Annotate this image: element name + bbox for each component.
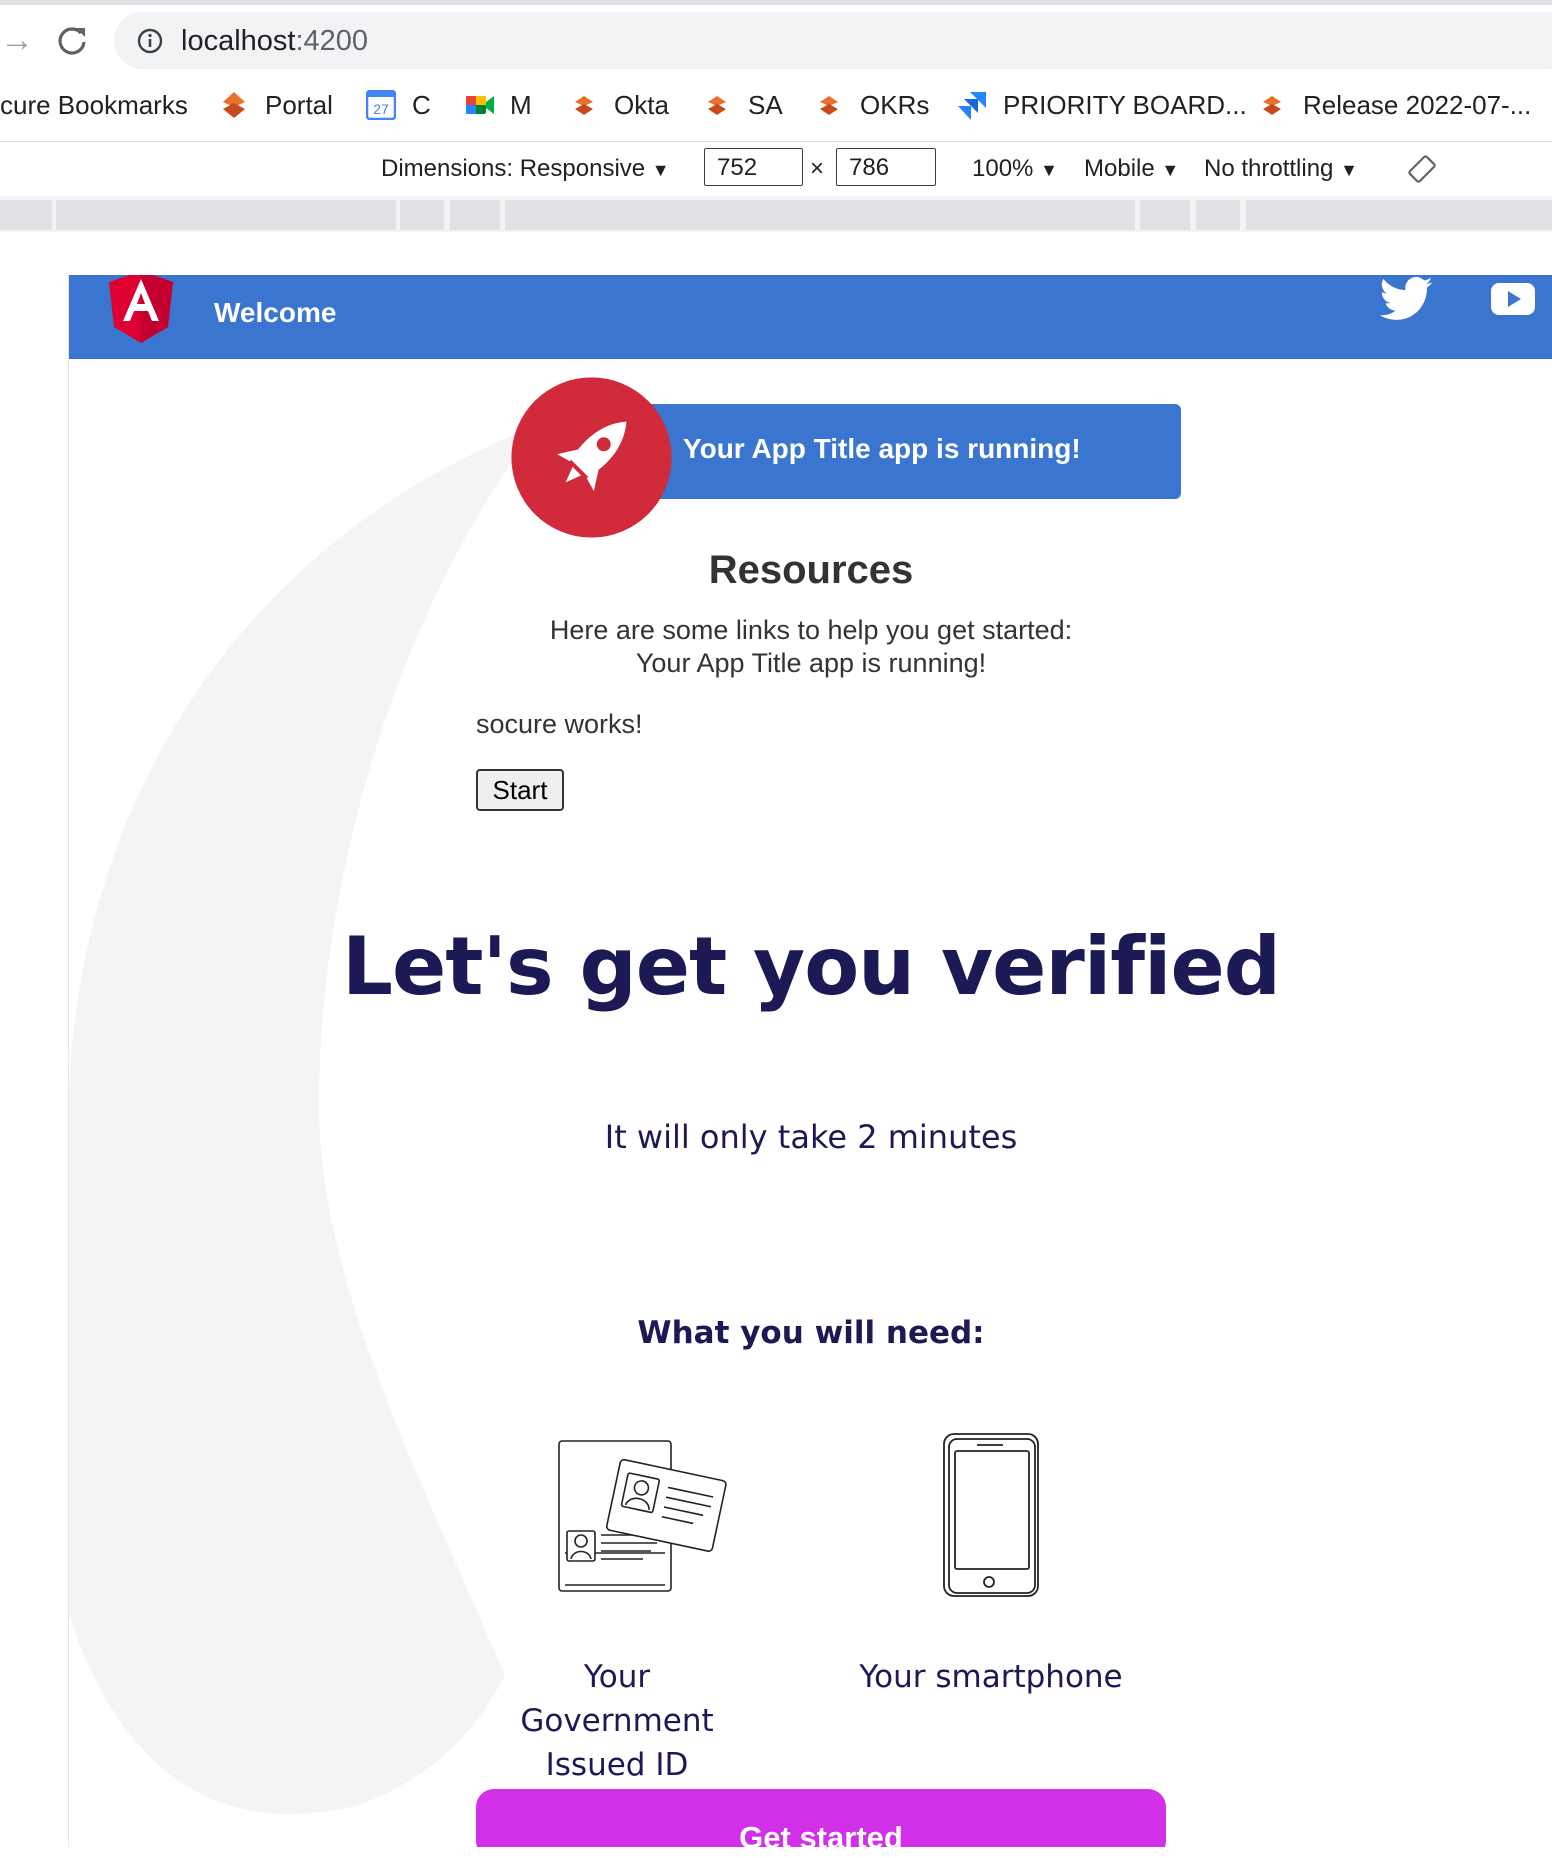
orange-diamond-icon — [569, 90, 599, 120]
rocket-icon — [511, 377, 672, 538]
toolbar-title: Welcome — [214, 297, 337, 328]
resources-running-text: Your App Title app is running! — [635, 648, 987, 678]
ruler-segment[interactable] — [1246, 200, 1552, 230]
bookmark-label: Release 2022-07-... — [1303, 90, 1532, 120]
duration-text: It will only take 2 minutes — [604, 1118, 1018, 1156]
bookmark-label: Okta — [614, 90, 669, 120]
device-type-dropdown[interactable]: Mobile ▼ — [1084, 151, 1179, 187]
app-toolbar: Welcome — [69, 275, 1552, 359]
bookmark-okta[interactable]: Okta — [614, 84, 669, 126]
requirements-heading: What you will need: — [637, 1315, 985, 1351]
socure-works-text: socure works! — [476, 709, 643, 739]
bookmark-label: Portal — [265, 90, 333, 120]
orange-diamond-icon — [1257, 90, 1287, 120]
bookmark-priority-board[interactable]: PRIORITY BOARD... — [1003, 84, 1247, 126]
resources-subtitle: Here are some links to help you get star… — [549, 615, 1073, 645]
bookmark-label: OKRs — [860, 90, 930, 120]
get-started-button[interactable]: Get started — [476, 1789, 1166, 1847]
ruler-segment[interactable] — [505, 200, 1135, 230]
width-input[interactable]: 752 — [704, 148, 803, 186]
start-button[interactable]: Start — [476, 769, 564, 811]
jira-icon — [956, 90, 986, 120]
zoom-label: 100% — [972, 155, 1034, 182]
background-swoosh — [69, 425, 539, 1815]
bookmark-label: C — [412, 90, 431, 120]
angular-logo-icon — [109, 275, 173, 343]
device-type-label: Mobile — [1084, 155, 1155, 182]
bookmark-release[interactable]: Release 2022-07-... — [1303, 84, 1531, 126]
throttling-dropdown[interactable]: No throttling ▼ — [1204, 151, 1358, 187]
zoom-dropdown[interactable]: 100% ▼ — [972, 151, 1058, 187]
orange-diamond-icon — [702, 90, 732, 120]
dimensions-label: Dimensions: Responsive — [381, 155, 646, 182]
bookmark-label: PRIORITY BOARD... — [1003, 90, 1247, 120]
bookmark-folder[interactable]: cure Bookmarks — [0, 84, 188, 126]
dropdown-arrow-icon: ▼ — [651, 160, 670, 180]
ruler-segment[interactable] — [450, 200, 500, 230]
orange-diamond-icon — [219, 90, 249, 120]
bookmark-c[interactable]: C — [412, 84, 431, 126]
bookmark-m[interactable]: M — [510, 84, 532, 126]
url-port: :4200 — [295, 25, 369, 57]
twitter-icon[interactable] — [1379, 276, 1433, 321]
bookmark-label: SA — [748, 90, 783, 120]
smartphone-icon — [941, 1431, 1041, 1599]
throttling-label: No throttling — [1204, 155, 1334, 182]
rotate-icon[interactable] — [1406, 153, 1438, 185]
forward-arrow-icon[interactable]: → — [0, 20, 34, 60]
running-banner-text: Your App Title app is running! — [683, 433, 1081, 464]
dimensions-dropdown[interactable]: Dimensions: Responsive ▼ — [381, 151, 670, 187]
calendar-badge: 27 — [373, 101, 389, 117]
reload-icon[interactable] — [52, 20, 92, 60]
page-viewport: Welcome Your App Title app is running! R… — [68, 275, 1552, 1847]
get-started-label: Get started — [739, 1820, 903, 1847]
meet-icon — [464, 90, 494, 120]
bookmark-okrs[interactable]: OKRs — [860, 84, 929, 126]
url-text[interactable]: localhost:4200 — [181, 20, 368, 62]
ruler-segment[interactable] — [400, 200, 444, 230]
youtube-icon[interactable] — [1491, 283, 1535, 315]
ruler-segment[interactable] — [1140, 200, 1190, 230]
dropdown-arrow-icon: ▼ — [1161, 160, 1180, 180]
height-input[interactable]: 786 — [836, 148, 936, 186]
orange-diamond-icon — [814, 90, 844, 120]
dropdown-arrow-icon: ▼ — [1340, 160, 1358, 180]
ruler-segment[interactable] — [1196, 200, 1240, 230]
ruler-segment[interactable] — [56, 200, 396, 230]
resources-heading: Resources — [708, 548, 914, 592]
times-sign: × — [810, 155, 825, 182]
ruler-segment[interactable] — [0, 200, 52, 230]
dropdown-arrow-icon: ▼ — [1040, 160, 1058, 180]
calendar-icon: 27 — [365, 89, 397, 121]
government-id-label: Your Government Issued ID — [520, 1659, 714, 1783]
verified-heading: Let's get you verified — [342, 920, 1281, 1013]
url-host: localhost — [181, 25, 296, 57]
id-card-icon — [557, 1435, 737, 1595]
smartphone-label: Your smartphone — [859, 1659, 1123, 1695]
info-icon[interactable] — [136, 27, 164, 55]
bookmark-portal[interactable]: Portal — [265, 84, 333, 126]
bookmark-label: cure Bookmarks — [0, 90, 188, 120]
bookmark-sa[interactable]: SA — [748, 84, 783, 126]
bookmark-label: M — [510, 90, 532, 120]
